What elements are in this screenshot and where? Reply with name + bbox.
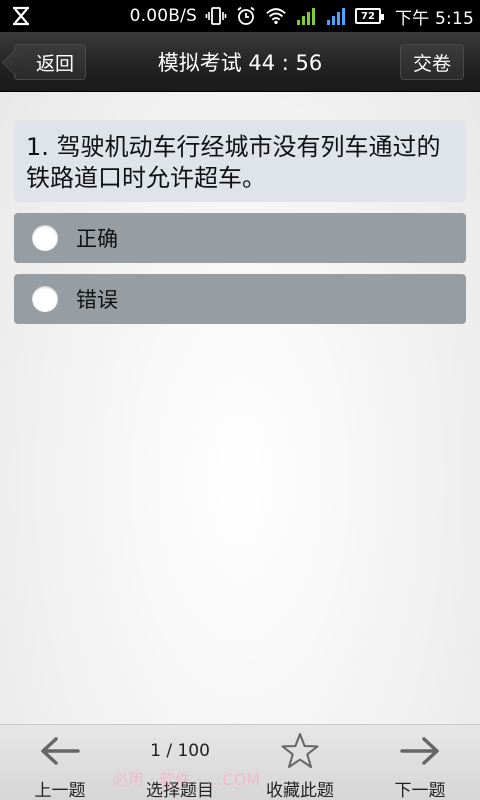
clock: 下午 5:15 [395, 8, 474, 29]
favorite-question-button[interactable]: 收藏此题 [250, 725, 350, 800]
submit-exam-button[interactable]: 交卷 [400, 44, 464, 80]
next-question-label: 下一题 [394, 781, 446, 800]
star-outline-icon [280, 729, 320, 772]
bottom-navigation: 上一题 1 / 100 选择题目 收藏此题 下一题 [0, 724, 480, 800]
question-text: 1. 驾驶机动车行经城市没有列车通过的铁路道口时允许超车。 [14, 120, 466, 202]
prev-question-button[interactable]: 上一题 [10, 725, 110, 800]
signal-blue-icon [325, 5, 347, 27]
network-speed: 0.00B/S [129, 6, 198, 26]
option-label: 错误 [76, 288, 118, 312]
alarm-icon [235, 5, 257, 27]
arrow-right-icon [398, 729, 442, 772]
arrow-left-icon [38, 729, 82, 772]
wifi-icon [265, 5, 287, 27]
option-true[interactable]: 正确 [14, 213, 466, 263]
back-button[interactable]: 返回 [14, 44, 86, 80]
select-question-button[interactable]: 1 / 100 选择题目 [130, 725, 230, 800]
question-progress: 1 / 100 [150, 740, 210, 761]
title-bar: 返回 模拟考试 44 : 56 交卷 [0, 32, 480, 92]
next-question-button[interactable]: 下一题 [370, 725, 470, 800]
option-label: 正确 [76, 227, 118, 251]
notification-x-icon [10, 5, 32, 27]
favorite-question-label: 收藏此题 [266, 781, 334, 800]
radio-button-icon[interactable] [32, 286, 58, 312]
vibrate-icon [205, 5, 227, 27]
signal-green-icon [295, 5, 317, 27]
battery-icon: 72 [355, 8, 385, 24]
page-title: 模拟考试 44 : 56 [157, 51, 323, 75]
prev-question-label: 上一题 [34, 781, 86, 800]
radio-button-icon[interactable] [32, 225, 58, 251]
option-false[interactable]: 错误 [14, 274, 466, 324]
status-bar: 0.00B/S 72 下午 5:15 [0, 0, 480, 32]
select-question-label: 选择题目 [146, 781, 214, 800]
